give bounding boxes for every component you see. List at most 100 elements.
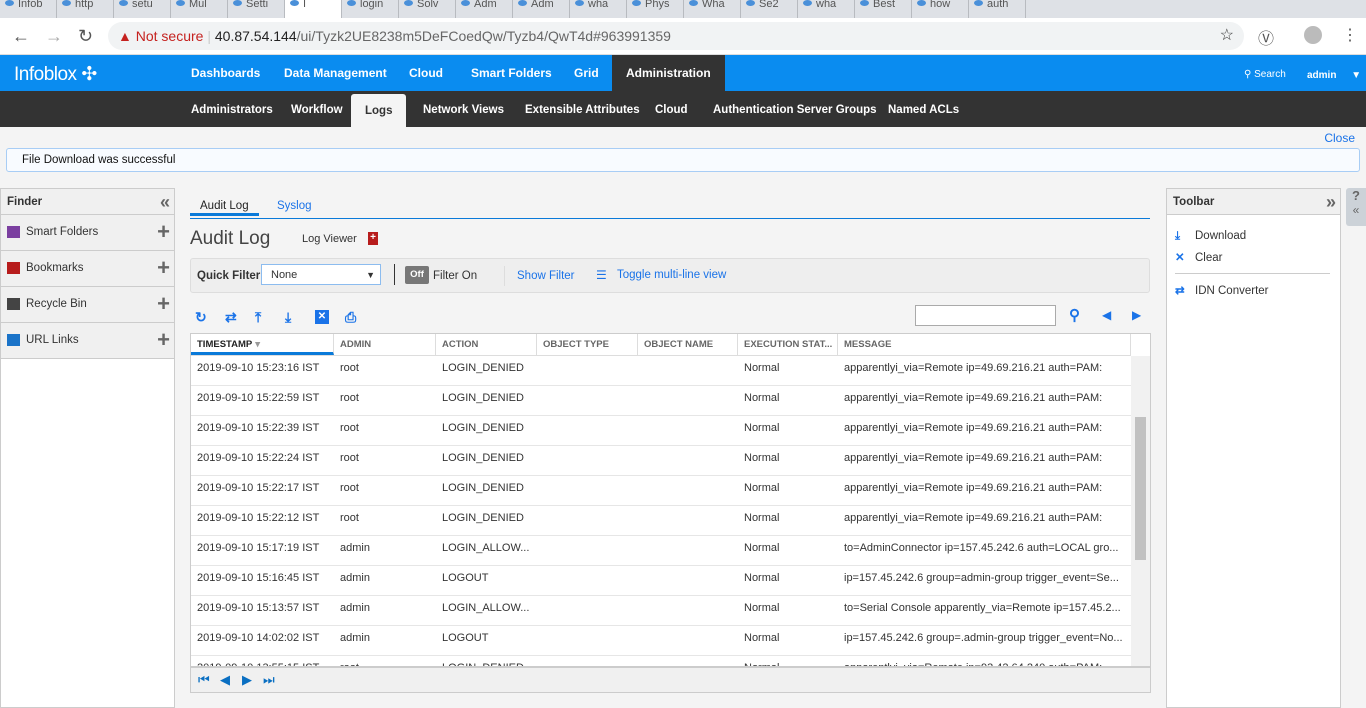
nav-cloud[interactable]: Cloud (395, 55, 457, 91)
show-filter-link[interactable]: Show Filter (517, 270, 575, 282)
browser-tab[interactable]: Infob (0, 0, 57, 18)
next-page-icon[interactable]: ▶ (1132, 308, 1141, 322)
search-button[interactable]: ⚲ Search (1244, 69, 1286, 80)
browser-tab[interactable]: http (57, 0, 114, 18)
nav-grid[interactable]: Grid (560, 55, 613, 91)
browser-tab[interactable]: Solv (399, 0, 456, 18)
add-icon[interactable]: + (157, 251, 170, 285)
search-icon[interactable]: ⚲ (1069, 306, 1080, 324)
nav-administration[interactable]: Administration (612, 55, 725, 91)
prev-page-icon[interactable]: ◀ (220, 668, 230, 692)
upload-icon[interactable]: ⤒ (255, 309, 261, 326)
browser-tab[interactable]: wha (798, 0, 855, 18)
table-row[interactable]: 2019-09-10 15:16:45 IST admin LOGOUT Normal… (191, 566, 1131, 596)
help-icon[interactable]: ? (1346, 188, 1366, 203)
finder-item-recycle-bin[interactable]: Recycle Bin + (1, 287, 174, 323)
url-input[interactable]: ▲ Not secure | 40.87.54.144/ui/Tyzk2UE82… (108, 22, 1244, 50)
browser-tab[interactable]: Best (855, 0, 912, 18)
table-row[interactable]: 2019-09-10 15:17:19 IST admin LOGIN_ALLOW.… (191, 536, 1131, 566)
expand-icon[interactable]: « (1346, 203, 1366, 217)
browser-tab[interactable]: wha (570, 0, 627, 18)
tab-syslog[interactable]: Syslog (267, 188, 322, 216)
browser-tab[interactable]: how (912, 0, 969, 18)
infoblox-logo[interactable]: Infoblox ✣ (14, 63, 97, 86)
column-header[interactable]: TIMESTAMP ▾ (191, 334, 334, 355)
toolbar-idn-converter[interactable]: ⇄ IDN Converter (1175, 280, 1332, 302)
table-row[interactable]: 2019-09-10 15:22:59 IST root LOGIN_DENIED N… (191, 386, 1131, 416)
browser-tab[interactable]: Mul (171, 0, 228, 18)
subnav-authentication-server-groups[interactable]: Authentication Server Groups (698, 91, 892, 127)
search-input[interactable] (915, 305, 1056, 326)
help-tab[interactable]: ? « (1346, 188, 1366, 226)
nav-dashboards[interactable]: Dashboards (177, 55, 274, 91)
forward-icon[interactable]: → (45, 26, 63, 47)
subnav-network-views[interactable]: Network Views (408, 91, 519, 127)
profile-avatar[interactable] (1304, 26, 1322, 44)
toolbar-clear[interactable]: ✕ Clear (1175, 247, 1332, 269)
star-icon[interactable]: ☆ (1220, 22, 1234, 50)
browser-tab[interactable]: Setti (228, 0, 285, 18)
table-row[interactable]: 2019-09-10 15:23:16 IST root LOGIN_DENIED N… (191, 356, 1131, 386)
toggle-multiline-link[interactable]: Toggle multi-line view (617, 269, 726, 281)
column-header[interactable]: EXECUTION STAT... (738, 334, 838, 355)
download-icon[interactable]: ⤓ (285, 309, 291, 326)
browser-tab[interactable]: Adm (456, 0, 513, 18)
browser-tab[interactable]: I (285, 0, 342, 18)
table-row[interactable]: 2019-09-10 14:02:02 IST admin LOGOUT Normal… (191, 626, 1131, 656)
subnav-workflow[interactable]: Workflow (276, 91, 358, 127)
subnav-cloud[interactable]: Cloud (640, 91, 703, 127)
finder-item-url-links[interactable]: URL Links + (1, 323, 174, 359)
browser-tab[interactable]: Phys (627, 0, 684, 18)
collapse-right-icon[interactable]: » (1326, 189, 1336, 215)
refresh-icon[interactable]: ↻ (195, 309, 207, 326)
add-icon[interactable]: + (157, 215, 170, 249)
nav-data-management[interactable]: Data Management (270, 55, 401, 91)
subnav-extensible-attributes[interactable]: Extensible Attributes (510, 91, 655, 127)
finder-item-smart-folders[interactable]: Smart Folders + (1, 215, 174, 251)
browser-tab[interactable]: auth (969, 0, 1026, 18)
table-scrollbar[interactable] (1131, 356, 1150, 666)
table-row[interactable]: 2019-09-10 15:22:24 IST root LOGIN_DENIED N… (191, 446, 1131, 476)
reload-icon[interactable]: ↻ (78, 26, 93, 47)
last-page-icon[interactable]: ⏭ (263, 668, 275, 692)
clear-icon[interactable]: ✕ (315, 310, 329, 324)
column-header[interactable]: OBJECT NAME (638, 334, 738, 355)
browser-tab[interactable]: Se2 (741, 0, 798, 18)
column-header[interactable]: OBJECT TYPE (537, 334, 638, 355)
table-row[interactable]: 2019-09-10 15:22:12 IST root LOGIN_DENIED N… (191, 506, 1131, 536)
nav-smart-folders[interactable]: Smart Folders (457, 55, 566, 91)
bookmark-add-icon[interactable]: + (368, 232, 378, 245)
finder-item-bookmarks[interactable]: Bookmarks + (1, 251, 174, 287)
browser-tab[interactable]: setu (114, 0, 171, 18)
back-icon[interactable]: ← (12, 26, 30, 47)
add-icon[interactable]: + (157, 287, 170, 321)
extension-icon[interactable]: Ⓥ (1258, 25, 1274, 49)
browser-tab[interactable]: login (342, 0, 399, 18)
column-header[interactable]: ACTION (436, 334, 537, 355)
first-page-icon[interactable]: ⏮ (198, 668, 210, 692)
browser-tab[interactable]: Adm (513, 0, 570, 18)
quick-filter-select[interactable]: None ▼ (261, 264, 381, 285)
close-message-link[interactable]: Close (1324, 131, 1355, 145)
menu-icon[interactable]: ⋮ (1342, 25, 1358, 45)
table-row[interactable]: 2019-09-10 15:13:57 IST admin LOGIN_ALLOW.… (191, 596, 1131, 626)
print-icon[interactable]: ⎙ (345, 309, 356, 326)
table-row[interactable]: 2019-09-10 15:22:17 IST root LOGIN_DENIED N… (191, 476, 1131, 506)
user-menu[interactable]: admin ▼ (1307, 70, 1361, 81)
browser-tab[interactable]: Wha (684, 0, 741, 18)
subnav-administrators[interactable]: Administrators (176, 91, 288, 127)
filter-toggle[interactable]: Off (405, 266, 429, 284)
prev-page-icon[interactable]: ◀ (1102, 308, 1111, 322)
repeat-icon[interactable]: ⇄ (225, 309, 237, 326)
collapse-left-icon[interactable]: « (160, 189, 170, 215)
toolbar-download[interactable]: ⤓ Download (1175, 225, 1332, 247)
tab-audit-log[interactable]: Audit Log (190, 188, 259, 216)
column-header[interactable]: ADMIN (334, 334, 436, 355)
subnav-named-acls[interactable]: Named ACLs (873, 91, 974, 127)
add-icon[interactable]: + (157, 323, 170, 357)
subnav-logs[interactable]: Logs (351, 94, 407, 127)
table-row[interactable]: 2019-09-10 13:55:15 ISTrootLOGIN_DENIED N… (191, 656, 1131, 666)
next-page-icon[interactable]: ▶ (242, 668, 252, 692)
table-row[interactable]: 2019-09-10 15:22:39 IST root LOGIN_DENIED N… (191, 416, 1131, 446)
column-header[interactable]: MESSAGE (838, 334, 1131, 355)
